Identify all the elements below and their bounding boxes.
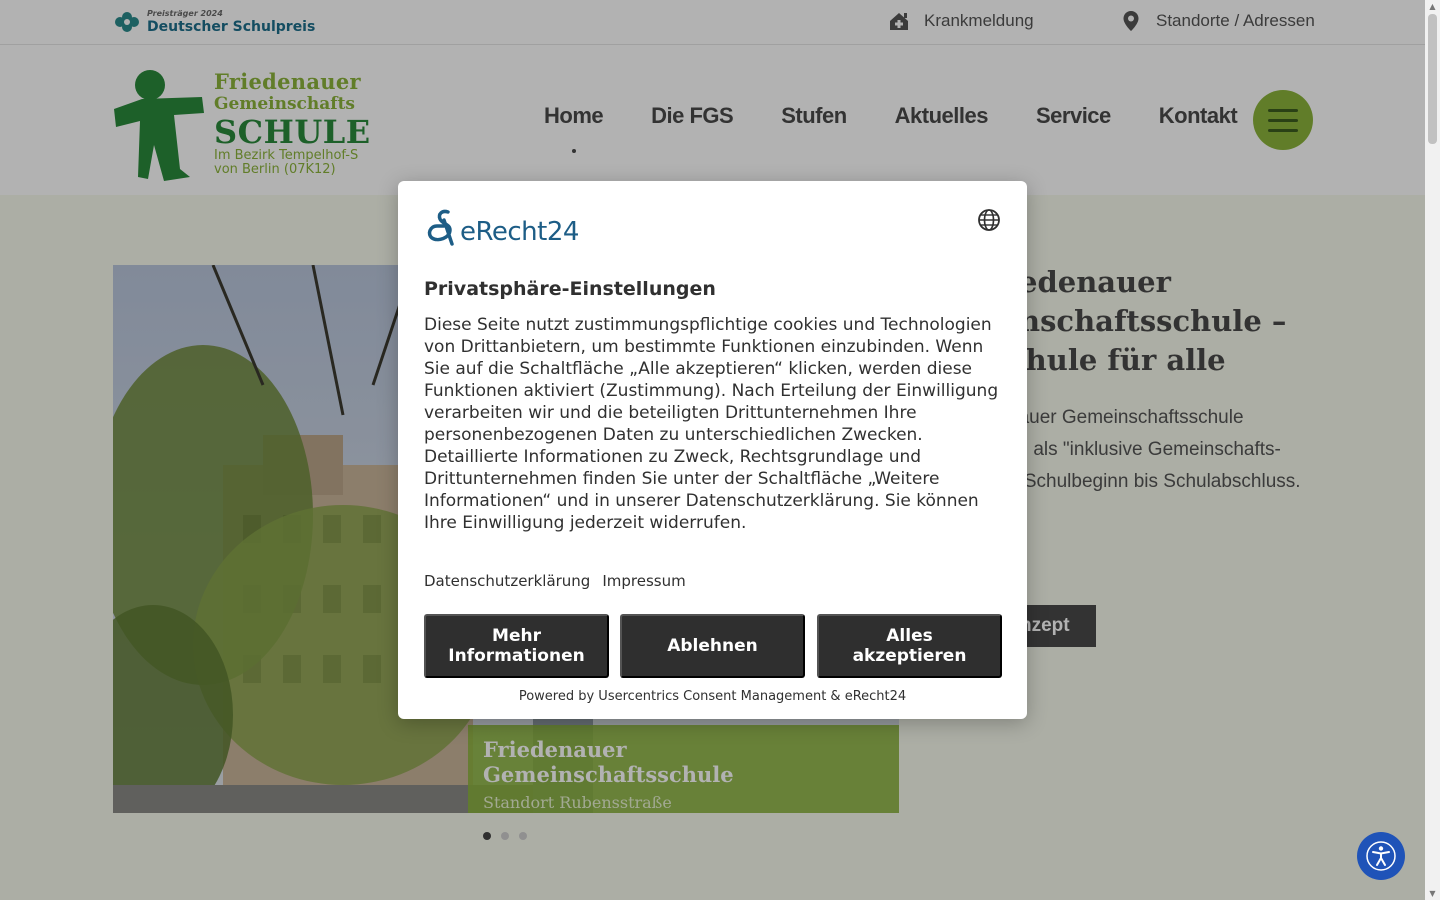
consent-links: Datenschutzerklärung Impressum [424, 572, 686, 590]
globe-icon[interactable] [977, 208, 1001, 232]
accessibility-button[interactable] [1357, 832, 1405, 880]
consent-dialog: eRecht24 Privatsphäre-Einstellungen Dies… [398, 181, 1027, 719]
powered-by-text: Powered by Usercentrics Consent Manageme… [518, 689, 907, 704]
deny-button[interactable]: Ablehnen [620, 614, 805, 678]
scroll-up-icon[interactable]: ▲ [1428, 2, 1437, 11]
consent-title: Privatsphäre-Einstellungen [424, 278, 716, 300]
scroll-thumb[interactable] [1428, 14, 1437, 144]
consent-description: Diese Seite nutzt zustimmungspflichtige … [424, 315, 999, 533]
more-info-button[interactable]: Mehr Informationen [424, 614, 609, 678]
accessibility-icon [1366, 841, 1396, 871]
erecht24-wordmark: eRecht24 [460, 217, 579, 247]
page-scrollbar[interactable]: ▲ ▼ [1425, 0, 1440, 900]
erecht24-symbol-icon [427, 209, 454, 246]
scroll-down-icon[interactable]: ▼ [1428, 889, 1437, 898]
privacy-policy-link[interactable]: Datenschutzerklärung [424, 572, 590, 590]
accept-all-button[interactable]: Alles akzeptieren [817, 614, 1002, 678]
erecht24-logo: eRecht24 [424, 208, 579, 246]
imprint-link[interactable]: Impressum [602, 572, 685, 590]
